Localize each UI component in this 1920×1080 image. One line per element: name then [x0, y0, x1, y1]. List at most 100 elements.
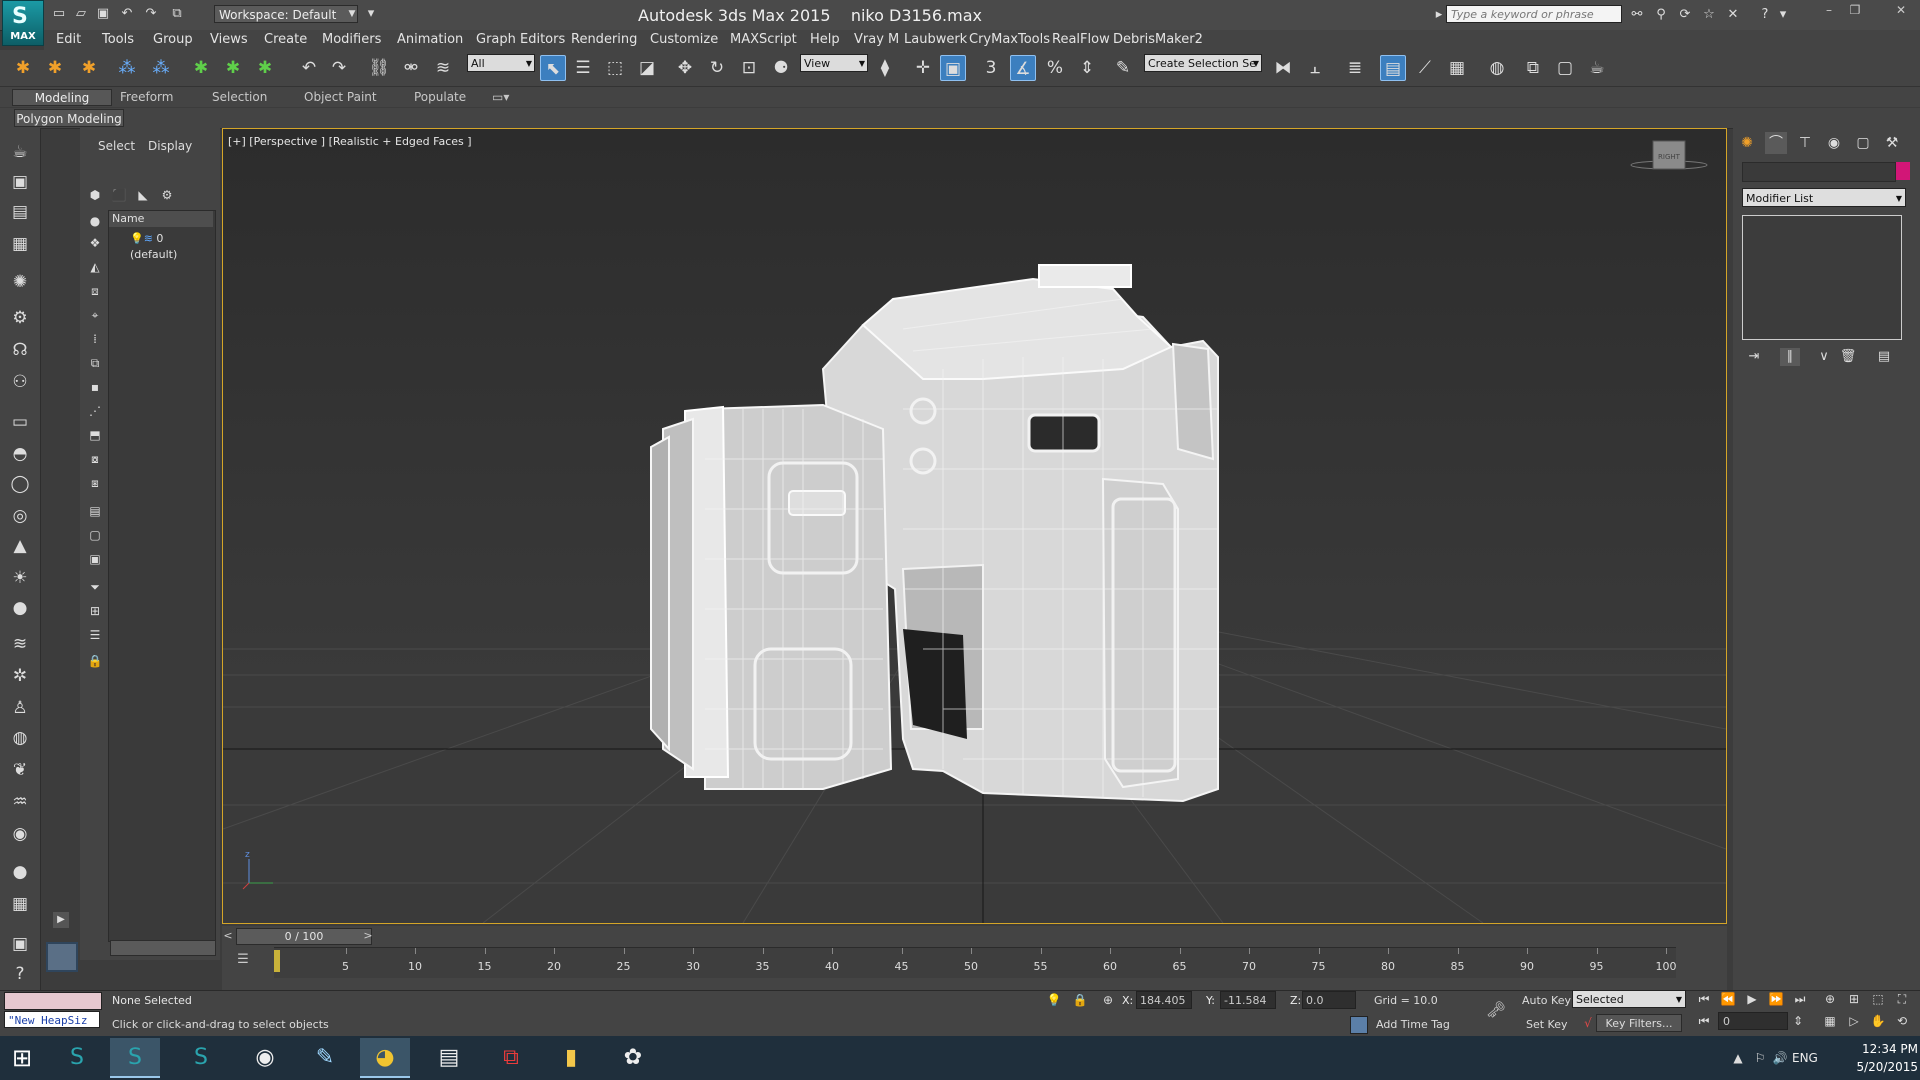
tree-scatter-icon[interactable]: ✱ [252, 55, 278, 81]
pen-app-taskbar-icon[interactable]: ✎ [300, 1038, 350, 1078]
menu-views[interactable]: Views [210, 31, 248, 49]
move-icon[interactable]: ✥ [672, 55, 698, 81]
3dsmax-second-taskbar-icon[interactable]: S [176, 1038, 226, 1078]
angle-snap-icon[interactable]: ∡ [1010, 55, 1036, 81]
make-unique-icon[interactable]: ∨ [1814, 348, 1834, 366]
menu-group[interactable]: Group [153, 31, 193, 49]
open-file-icon[interactable]: ▱ [72, 6, 90, 22]
polygon-modeling-panel[interactable]: Polygon Modeling [14, 109, 124, 127]
graphite-toolbar-icon[interactable]: ▤ [1380, 55, 1406, 81]
frame-spinner-icon[interactable]: ⇕ [1788, 1012, 1808, 1030]
paint-taskbar-icon[interactable]: ✿ [608, 1038, 658, 1078]
menu-modifiers[interactable]: Modifiers [322, 31, 381, 49]
maximize-icon[interactable]: ❐ [1842, 2, 1868, 18]
application-menu-button[interactable]: S MAX [2, 0, 44, 46]
named-selection-set-dropdown[interactable]: Create Selection Se ▼ [1144, 54, 1262, 72]
keyboard-shortcut-override-icon[interactable]: ▣ [940, 55, 966, 81]
skylight-icon[interactable]: ● [8, 596, 32, 620]
curve-editor-icon[interactable]: ⟋ [1412, 55, 1438, 81]
menu-help[interactable]: Help [810, 31, 840, 49]
mirror-icon[interactable]: ⧓ [1270, 55, 1296, 81]
viewport-label-menu[interactable]: [+] [Perspective ] [Realistic + Edged Fa… [228, 134, 472, 150]
lock-icon[interactable]: 🔒 [86, 652, 104, 670]
display-all-icon[interactable]: ▤ [86, 502, 104, 520]
link-icon[interactable]: ⛓ [366, 55, 392, 81]
z-coordinate-field[interactable]: 0.0 [1302, 991, 1356, 1009]
display-bones-icon[interactable]: ⋰ [86, 402, 104, 420]
3dsmax-taskbar-icon[interactable]: S [52, 1038, 102, 1078]
remove-modifier-icon[interactable]: 🗑 [1838, 348, 1858, 366]
menu-realflow[interactable]: RealFlow [1052, 31, 1110, 49]
binoculars-icon[interactable]: ⚯ [1628, 6, 1646, 24]
settings-gear-icon[interactable]: ⚙ [158, 186, 176, 204]
layers-icon[interactable]: ▤ [8, 200, 32, 224]
undo-icon[interactable]: ↶ [118, 6, 136, 22]
select-object-icon[interactable]: ⬉ [540, 55, 566, 81]
crowd-icon[interactable]: ♙ [8, 696, 32, 720]
render-production-icon[interactable]: ☕ [1584, 55, 1610, 81]
hair-icon[interactable]: ≋ [8, 632, 32, 656]
menu-customize[interactable]: Customize [650, 31, 718, 49]
container-open-icon[interactable]: ✱ [76, 55, 102, 81]
redo-toolbar-icon[interactable]: ↷ [326, 55, 352, 81]
list-item[interactable]: 💡≋ 0 (default) [130, 231, 214, 261]
network-icon[interactable]: ⚐ [1752, 1050, 1768, 1066]
display-lights-icon[interactable]: ◭ [86, 258, 104, 276]
exchange-icon[interactable]: ✕ [1724, 6, 1742, 24]
torus-icon[interactable]: ◎ [8, 504, 32, 528]
scene-explorer-select-tab[interactable]: Select [98, 137, 135, 155]
zoom-all-icon[interactable]: ⊞ [1844, 990, 1864, 1008]
key-search-icon[interactable]: ⚲ [1652, 6, 1670, 24]
placement-icon[interactable]: ⚈ [768, 55, 794, 81]
grid-icon[interactable]: ▦ [8, 892, 32, 916]
project-folder-icon[interactable]: ⧉ [168, 6, 186, 22]
material-icon[interactable]: ▦ [8, 232, 32, 256]
cone-icon[interactable]: ▲ [8, 534, 32, 558]
key-mode-icon[interactable]: ⏮ [1694, 1012, 1714, 1030]
current-frame-field[interactable]: 0 [1718, 1012, 1788, 1030]
perspective-viewport[interactable]: RIGHT z [222, 128, 1727, 924]
maxscript-output[interactable]: "New HeapSiz [4, 1011, 100, 1028]
window-crossing-icon[interactable]: ◪ [634, 55, 660, 81]
render-icon[interactable]: ▣ [8, 170, 32, 194]
globe-icon[interactable]: ◍ [8, 726, 32, 750]
windows-start-icon[interactable]: ⊞ [2, 1038, 42, 1078]
render-frame-icon[interactable]: ▣ [8, 932, 32, 956]
play-icon[interactable]: ▶ [1742, 990, 1762, 1008]
key-filters-button[interactable]: Key Filters... [1596, 1014, 1682, 1032]
time-slider-prev[interactable]: < [222, 928, 234, 943]
clock-time[interactable]: 12:34 PM [1842, 1042, 1918, 1056]
redo-icon[interactable]: ↷ [142, 6, 160, 22]
workspace-dropdown[interactable]: Workspace: Default [214, 5, 358, 23]
hide-icon[interactable]: ◣ [134, 186, 152, 204]
tab-freeform[interactable]: Freeform [120, 89, 173, 106]
previous-frame-icon[interactable]: ⏪ [1718, 990, 1738, 1008]
layer-list-icon[interactable]: ☰ [86, 626, 104, 644]
spacewarp-icon[interactable]: ⚇ [8, 370, 32, 394]
display-helpers-icon[interactable]: ⌖ [86, 306, 104, 324]
display-shapes-icon[interactable]: ❖ [86, 234, 104, 252]
grid-align-icon[interactable]: ⁂ [148, 55, 174, 81]
chrome-taskbar-icon[interactable]: ◕ [360, 1038, 410, 1078]
set-key-icon[interactable]: 🗝 [1482, 1000, 1510, 1020]
notepad-taskbar-icon[interactable]: ▤ [424, 1038, 474, 1078]
horizontal-scrollbar[interactable] [110, 940, 216, 956]
save-file-icon[interactable]: ▣ [94, 6, 112, 22]
tab-selection[interactable]: Selection [212, 89, 267, 106]
absolute-mode-icon[interactable]: ⊕ [1100, 992, 1116, 1008]
hierarchy-icon[interactable]: ⊞ [86, 602, 104, 620]
rendered-frame-window-icon[interactable]: ▢ [1552, 55, 1578, 81]
schematic-view-icon[interactable]: ▦ [1444, 55, 1470, 81]
filter-geometry-icon[interactable]: ⬢ [86, 186, 104, 204]
pan-icon[interactable]: ✋ [1868, 1012, 1888, 1030]
go-to-end-icon[interactable]: ⏭ [1790, 990, 1810, 1008]
help-icon[interactable]: ? [1756, 6, 1774, 24]
file-explorer-taskbar-icon[interactable]: ▮ [546, 1038, 596, 1078]
display-particles-icon[interactable]: ⬒ [86, 426, 104, 444]
add-time-tag-button[interactable]: Add Time Tag [1376, 1017, 1450, 1033]
render-setup-icon[interactable]: ⧉ [1520, 55, 1546, 81]
snaps-toggle-icon[interactable]: 3 [978, 55, 1004, 81]
tab-modeling[interactable]: Modeling [12, 89, 112, 106]
menu-animation[interactable]: Animation [397, 31, 463, 49]
viewcube[interactable]: RIGHT [1630, 140, 1708, 170]
